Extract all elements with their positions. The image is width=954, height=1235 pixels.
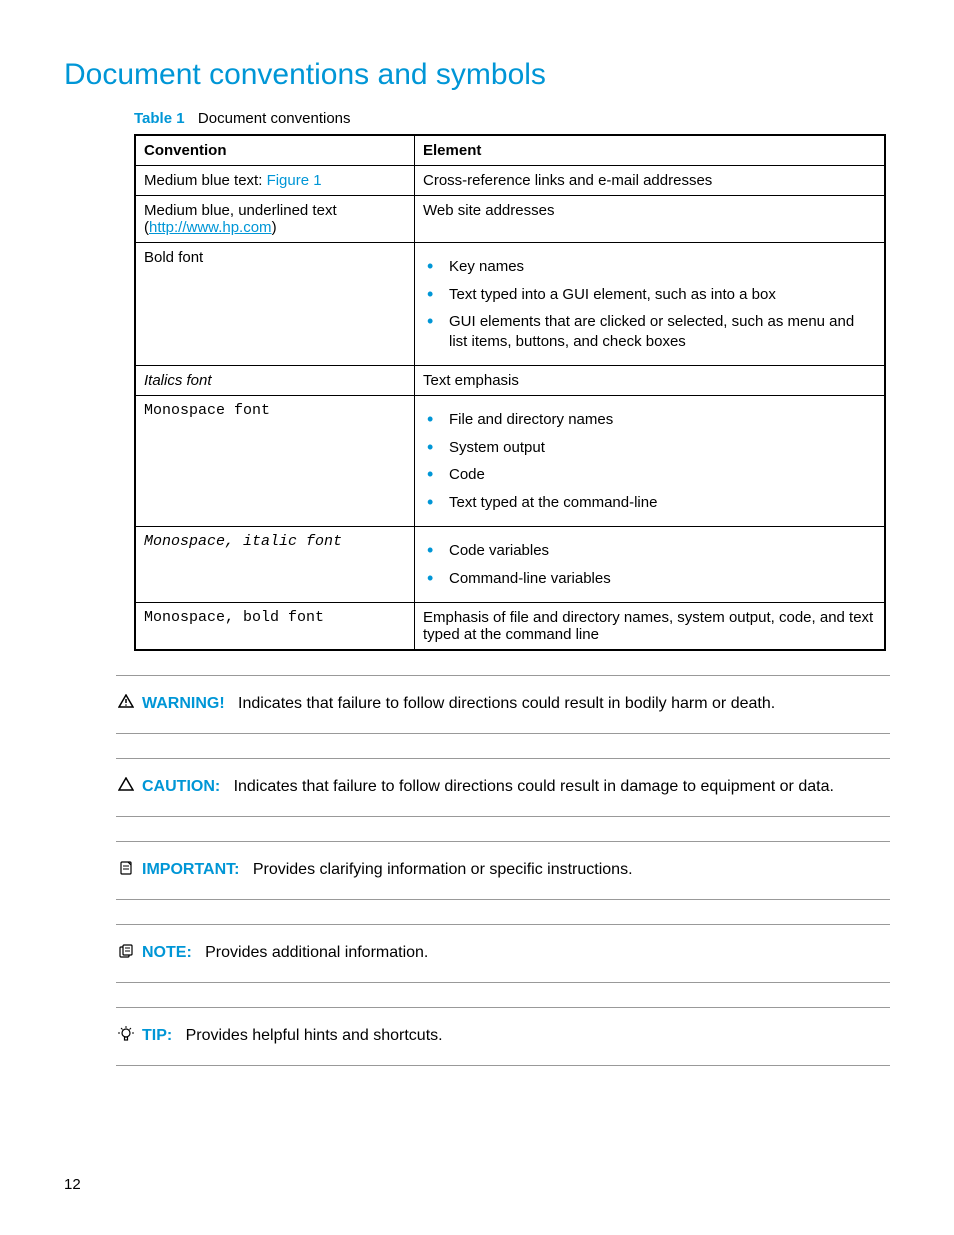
- list-item: Code: [423, 465, 876, 485]
- document-page: Document conventions and symbols Table 1…: [0, 0, 954, 1235]
- th-element: Element: [415, 135, 886, 166]
- list-item: System output: [423, 438, 876, 458]
- cell-element: Key names Text typed into a GUI element,…: [415, 243, 886, 366]
- important-icon: [116, 860, 136, 881]
- admonition-text: Provides helpful hints and shortcuts.: [186, 1027, 443, 1044]
- admonitions: WARNING! Indicates that failure to follo…: [116, 675, 890, 1066]
- list-item: Text typed into a GUI element, such as i…: [423, 285, 876, 305]
- conv-text: Medium blue text:: [144, 172, 267, 189]
- page-number: 12: [64, 1176, 81, 1193]
- admonition-body: IMPORTANT: Provides clarifying informati…: [136, 860, 890, 881]
- table-row: Italics font Text emphasis: [135, 366, 885, 396]
- admonition-label: NOTE:: [142, 944, 192, 961]
- th-convention: Convention: [135, 135, 415, 166]
- admonition-label: WARNING!: [142, 695, 225, 712]
- cell-element: Emphasis of file and directory names, sy…: [415, 603, 886, 651]
- cell-convention: Bold font: [135, 243, 415, 366]
- admonition-text: Provides additional information.: [205, 944, 428, 961]
- element-list: File and directory names System output C…: [423, 410, 876, 512]
- list-item: Text typed at the command-line: [423, 493, 876, 513]
- table-row: Monospace, italic font Code variables Co…: [135, 527, 885, 603]
- cross-ref-link[interactable]: Figure 1: [267, 172, 322, 189]
- cell-convention: Medium blue, underlined text (http://www…: [135, 196, 415, 243]
- table-caption: Table 1 Document conventions: [134, 110, 890, 128]
- element-list: Key names Text typed into a GUI element,…: [423, 257, 876, 351]
- admonition-label: IMPORTANT:: [142, 861, 239, 878]
- conv-paren-close: ): [272, 219, 277, 236]
- admonition-body: CAUTION: Indicates that failure to follo…: [136, 777, 890, 798]
- admonition-caution: CAUTION: Indicates that failure to follo…: [116, 758, 890, 817]
- conv-text: Medium blue, underlined text: [144, 202, 337, 219]
- conventions-table: Convention Element Medium blue text: Fig…: [134, 134, 886, 651]
- cell-element: File and directory names System output C…: [415, 396, 886, 527]
- table-caption-title: Document conventions: [198, 110, 351, 127]
- warning-icon: [116, 694, 136, 713]
- table-caption-label: Table 1: [134, 110, 185, 127]
- table-row: Bold font Key names Text typed into a GU…: [135, 243, 885, 366]
- admonition-important: IMPORTANT: Provides clarifying informati…: [116, 841, 890, 900]
- table-row: Medium blue text: Figure 1 Cross-referen…: [135, 166, 885, 196]
- caution-icon: [116, 777, 136, 796]
- table-header-row: Convention Element: [135, 135, 885, 166]
- cell-element: Cross-reference links and e-mail address…: [415, 166, 886, 196]
- table-row: Medium blue, underlined text (http://www…: [135, 196, 885, 243]
- cell-element: Web site addresses: [415, 196, 886, 243]
- admonition-body: WARNING! Indicates that failure to follo…: [136, 694, 890, 715]
- admonition-warning: WARNING! Indicates that failure to follo…: [116, 675, 890, 734]
- section-heading: Document conventions and symbols: [64, 58, 890, 92]
- cell-element: Code variables Command-line variables: [415, 527, 886, 603]
- admonition-tip: TIP: Provides helpful hints and shortcut…: [116, 1007, 890, 1066]
- list-item: Code variables: [423, 541, 876, 561]
- table-row: Monospace, bold font Emphasis of file an…: [135, 603, 885, 651]
- list-item: Command-line variables: [423, 569, 876, 589]
- admonition-text: Provides clarifying information or speci…: [253, 861, 633, 878]
- web-link[interactable]: http://www.hp.com: [149, 219, 272, 236]
- admonition-body: TIP: Provides helpful hints and shortcut…: [136, 1026, 890, 1047]
- admonition-text: Indicates that failure to follow directi…: [238, 695, 775, 712]
- cell-element: Text emphasis: [415, 366, 886, 396]
- tip-icon: [116, 1026, 136, 1047]
- table-row: Monospace font File and directory names …: [135, 396, 885, 527]
- list-item: GUI elements that are clicked or selecte…: [423, 312, 876, 351]
- admonition-note: NOTE: Provides additional information.: [116, 924, 890, 983]
- admonition-label: CAUTION:: [142, 778, 220, 795]
- admonition-label: TIP:: [142, 1027, 172, 1044]
- element-list: Code variables Command-line variables: [423, 541, 876, 588]
- list-item: Key names: [423, 257, 876, 277]
- cell-convention: Monospace, bold font: [135, 603, 415, 651]
- cell-convention: Medium blue text: Figure 1: [135, 166, 415, 196]
- cell-convention: Monospace font: [135, 396, 415, 527]
- list-item: File and directory names: [423, 410, 876, 430]
- admonition-body: NOTE: Provides additional information.: [136, 943, 890, 964]
- admonition-text: Indicates that failure to follow directi…: [234, 778, 834, 795]
- cell-convention: Italics font: [135, 366, 415, 396]
- note-icon: [116, 943, 136, 964]
- cell-convention: Monospace, italic font: [135, 527, 415, 603]
